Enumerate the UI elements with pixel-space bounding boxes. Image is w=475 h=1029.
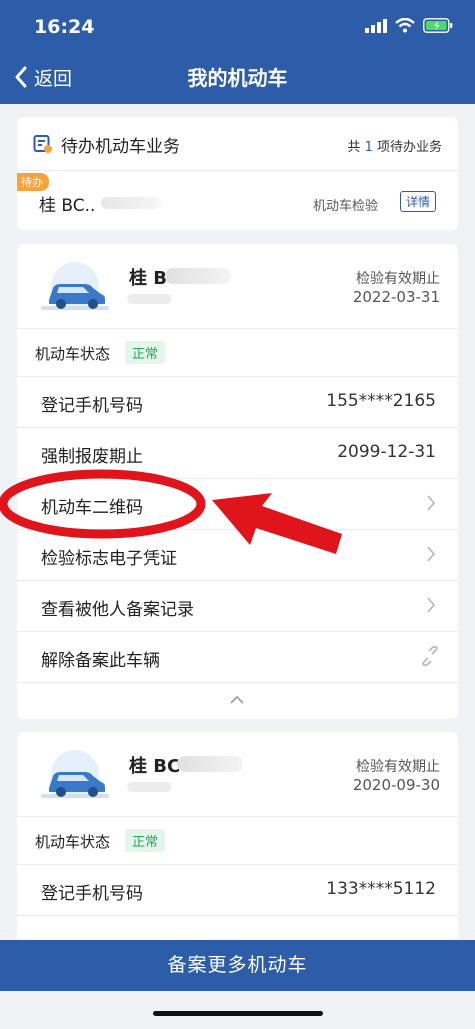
vehicle-header: 桂 B 检验有效期止 2022-03-31	[17, 244, 458, 328]
status-label: 机动车状态	[35, 833, 111, 851]
pending-title: 待办机动车业务	[61, 137, 180, 157]
status-time: 16:24	[34, 16, 95, 38]
vehicle-card: 桂 B 检验有效期止 2022-03-31 机动车状态 正常 登记手机号码 15…	[17, 244, 458, 719]
phone-row: 登记手机号码 155****2165	[17, 376, 458, 427]
vehicle-plate: 桂 B	[129, 268, 167, 289]
business-type: 机动车检验	[312, 199, 378, 214]
unbind-vehicle-row[interactable]: 解除备案此车辆	[17, 631, 458, 682]
pending-plate: 桂 BC..	[39, 196, 96, 216]
task-list-icon	[33, 135, 52, 153]
page-title: 我的机动车	[187, 66, 288, 90]
battery-icon	[423, 18, 453, 33]
owner-blur	[127, 782, 171, 792]
pending-summary: 共 1 项待办业务	[347, 136, 442, 155]
inspection-valid-label: 检验有效期止	[356, 271, 440, 287]
row-label: 解除备案此车辆	[41, 651, 160, 671]
vehicle-card: 桂 BC 检验有效期止 2020-09-30 机动车状态 正常 登记手机号码 1…	[17, 732, 458, 972]
summary-prefix: 共	[347, 140, 361, 155]
status-badge: 正常	[125, 829, 166, 852]
vehicle-status-row: 机动车状态 正常	[17, 328, 458, 376]
unlink-icon	[422, 646, 438, 666]
detail-button[interactable]: 详情	[399, 191, 436, 212]
car-icon	[41, 262, 109, 310]
status-label: 机动车状态	[35, 345, 111, 363]
plate-blur	[101, 197, 161, 209]
status-badge: 正常	[125, 341, 166, 364]
pending-header: 待办机动车业务 共 1 项待办业务	[17, 117, 458, 171]
inspection-valid-date: 2020-09-30	[352, 776, 440, 794]
vehicle-header: 桂 BC 检验有效期止 2020-09-30	[17, 732, 458, 816]
row-value: 2099-12-31	[337, 442, 436, 462]
row-label: 登记手机号码	[41, 396, 143, 416]
pending-count: 1	[364, 140, 373, 155]
row-label: 机动车二维码	[41, 498, 143, 518]
car-icon	[41, 750, 109, 798]
vehicle-plate: 桂 BC	[129, 756, 181, 777]
plate-blur	[177, 756, 243, 772]
inspection-certificate-row[interactable]: 检验标志电子凭证	[17, 529, 458, 580]
wifi-icon	[395, 18, 415, 33]
inspection-valid-date: 2022-03-31	[352, 288, 440, 306]
row-label: 检验标志电子凭证	[41, 549, 177, 569]
home-indicator	[153, 1011, 323, 1016]
row-value: 155****2165	[326, 391, 436, 411]
plate-blur	[165, 268, 231, 284]
home-area	[0, 991, 475, 1029]
app-header: 16:24 返回 我的机动车	[0, 0, 475, 104]
collapse-toggle[interactable]	[17, 682, 458, 719]
todo-badge: 待办	[17, 173, 49, 191]
summary-suffix: 项待办业务	[376, 140, 442, 155]
inspection-valid-label: 检验有效期止	[356, 759, 440, 775]
row-label: 强制报废期止	[41, 447, 143, 467]
pending-item[interactable]: 待办 桂 BC.. 机动车检验 详情	[17, 171, 458, 230]
chevron-right-icon	[427, 546, 436, 562]
status-icons	[365, 18, 453, 33]
row-value: 133****5112	[326, 879, 436, 899]
row-label: 登记手机号码	[41, 884, 143, 904]
register-more-vehicles-button[interactable]: 备案更多机动车	[0, 940, 475, 991]
chevron-right-icon	[427, 597, 436, 613]
status-bar: 16:24	[0, 0, 475, 50]
chevron-up-icon	[230, 695, 244, 704]
phone-row: 登记手机号码 133****5112	[17, 864, 458, 915]
scrap-date-row: 强制报废期止 2099-12-31	[17, 427, 458, 478]
row-label: 查看被他人备案记录	[41, 600, 194, 620]
pending-business-card: 待办机动车业务 共 1 项待办业务 待办 桂 BC.. 机动车检验 详情	[17, 117, 458, 230]
nav-bar: 返回 我的机动车	[0, 50, 475, 104]
chevron-right-icon	[427, 495, 436, 511]
vehicle-status-row: 机动车状态 正常	[17, 816, 458, 864]
signal-icon	[365, 18, 387, 33]
vehicle-qrcode-row[interactable]: 机动车二维码	[17, 478, 458, 529]
owner-blur	[127, 294, 171, 304]
record-history-row[interactable]: 查看被他人备案记录	[17, 580, 458, 631]
